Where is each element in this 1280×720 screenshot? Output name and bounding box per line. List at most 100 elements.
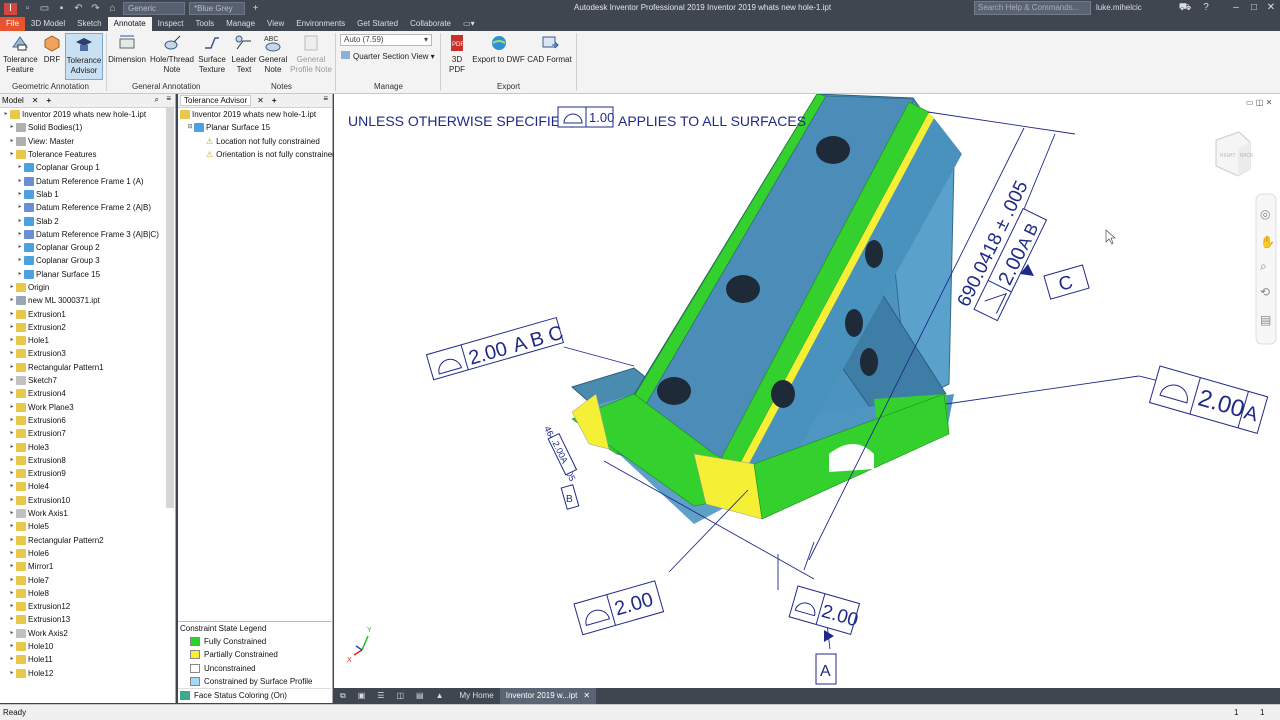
close-tab-icon[interactable]: ✕ [32,96,39,105]
expand-icon[interactable]: ▸ [8,560,16,573]
redo-icon[interactable]: ↷ [89,3,102,15]
ribbon-toggle-icon[interactable]: ▭▾ [457,17,481,31]
hole-thread-note-button[interactable]: Hole/Thread Note [149,33,195,75]
tree-node[interactable]: ▸ Planar Surface 15 [0,268,175,281]
tree-node[interactable]: ▸ Extrusion1 [0,307,175,320]
search-icon[interactable]: ⌕ [155,95,159,105]
expand-icon[interactable]: ▸ [8,600,16,613]
datum-a-tag[interactable]: A [815,653,837,685]
menu-icon[interactable]: ≡ [323,94,328,103]
tree-node[interactable]: ▸ Rectangular Pattern2 [0,534,175,547]
appearance-select[interactable]: *Blue Grey [189,2,245,15]
expand-icon[interactable]: ▸ [8,374,16,387]
graphics-window[interactable]: UNLESS OTHERWISE SPECIFIED, 1.00 APPLIES… [334,94,1280,688]
tree-node[interactable]: ▸ Extrusion2 [0,321,175,334]
tree-node[interactable]: ▸ Hole3 [0,440,175,453]
fcf-profile-abc[interactable]: 2.00 A B C [425,316,566,381]
tab-my-home[interactable]: My Home [454,688,500,704]
tree-node[interactable]: ▸ Solid Bodies(1) [0,121,175,134]
help-icon[interactable]: ? [1199,2,1213,14]
expand-icon[interactable]: ▸ [8,401,16,414]
tree-node[interactable]: ▸ View: Master [0,135,175,148]
app-menu-icon[interactable]: I [4,2,17,15]
cascade-icon[interactable]: ▣ [352,688,372,704]
close-tab-icon[interactable]: ✕ [257,96,264,105]
expand-icon[interactable]: ▸ [8,520,16,533]
expand-icon[interactable]: ▸ [8,574,16,587]
minimize-icon[interactable]: – [1229,2,1243,14]
expand-icon[interactable]: ▸ [16,254,24,267]
expand-icon[interactable]: ▸ [8,653,16,666]
tab-inspect[interactable]: Inspect [152,17,190,31]
tab-file[interactable]: File [0,17,25,31]
tree-node[interactable]: ▸ Hole8 [0,587,175,600]
general-note-button[interactable]: ABC General Note [258,33,288,75]
expand-icon[interactable]: ▸ [8,414,16,427]
fcf-profile-a[interactable]: 2.00 A [1148,365,1269,435]
tree-node[interactable]: ▸ new ML 3000371.ipt [0,294,175,307]
tab-document[interactable]: Inventor 2019 w...ipt ✕ [499,688,597,704]
model-tab[interactable]: Model [2,96,24,105]
tab-manage[interactable]: Manage [220,17,261,31]
expand-icon[interactable]: ▸ [16,228,24,241]
fcf-profile-bottom[interactable]: 2.00 [573,580,665,636]
navigation-bar[interactable]: ◎ ✋ ⌕ ⟲ ▤ [1255,193,1277,345]
tree-node[interactable]: ▸ Inventor 2019 whats new hole-1.ipt [0,108,175,121]
tree-node[interactable]: ▸ Extrusion10 [0,494,175,507]
home-icon[interactable]: ⌂ [106,3,119,15]
viewcube[interactable]: RIGHT BACK [1215,131,1254,177]
open-icon[interactable]: ▭ [38,3,51,15]
tree-node[interactable]: ▸ Extrusion7 [0,427,175,440]
advisor-warning[interactable]: ⚠ Location not fully constrained [178,135,332,148]
advisor-tab[interactable]: Tolerance Advisor [180,95,252,106]
expand-icon[interactable]: ▸ [8,135,16,148]
general-tolerance-note[interactable]: UNLESS OTHERWISE SPECIFIED, [348,113,574,129]
tree-node[interactable]: ▸ Mirror1 [0,560,175,573]
tolerance-feature-button[interactable]: Tolerance Feature [3,33,38,75]
tab-sketch[interactable]: Sketch [71,17,107,31]
tree-node[interactable]: ▸ Extrusion12 [0,600,175,613]
tree-node[interactable]: ▸ Tolerance Features [0,148,175,161]
expand-icon[interactable]: ▸ [8,547,16,560]
tree-node[interactable]: ▸ Hole6 [0,547,175,560]
general-profile-note-button[interactable]: General Profile Note [289,33,333,75]
expand-icon[interactable]: ▸ [8,640,16,653]
up-icon[interactable]: ▲ [430,688,450,704]
add-tab-icon[interactable]: + [47,96,52,105]
undo-icon[interactable]: ↶ [72,3,85,15]
tree-node[interactable]: ▸ Datum Reference Frame 2 (A|B) [0,201,175,214]
cad-format-button[interactable]: CAD Format [526,33,573,65]
horizontal-icon[interactable]: ☰ [371,688,390,704]
expand-icon[interactable]: ▸ [8,334,16,347]
expand-icon[interactable]: ▸ [8,347,16,360]
expand-icon[interactable]: ▸ [16,241,24,254]
expand-icon[interactable]: ▸ [8,667,16,680]
expand-icon[interactable]: ▸ [16,175,24,188]
add-tab-icon[interactable]: + [272,96,277,105]
advisor-surface-node[interactable]: ⊟ Planar Surface 15 [178,121,332,134]
pan-icon[interactable]: ✋ [1260,235,1275,249]
save-icon[interactable]: ▪ [55,3,68,15]
tree-node[interactable]: ▸ Slab 1 [0,188,175,201]
expand-icon[interactable]: ▸ [2,108,10,121]
expand-icon[interactable]: ▸ [8,148,16,161]
vertical-icon[interactable]: ◫ [390,688,410,704]
surface-texture-button[interactable]: Surface Texture [196,33,228,75]
tolerance-advisor-button[interactable]: Tolerance Advisor [65,33,103,80]
close-icon[interactable]: ✕ [1264,2,1278,14]
advisor-file-node[interactable]: Inventor 2019 whats new hole-1.ipt [178,108,332,121]
expand-icon[interactable]: ▸ [8,294,16,307]
tree-node[interactable]: ▸ Extrusion9 [0,467,175,480]
expand-icon[interactable]: ▸ [8,494,16,507]
drf-button[interactable]: DRF [41,33,63,65]
tree-node[interactable]: ▸ Work Axis2 [0,627,175,640]
cart-icon[interactable]: ⛟ [1178,2,1192,14]
tree-node[interactable]: ▸ Hole7 [0,573,175,586]
expand-icon[interactable]: ▸ [8,467,16,480]
expand-icon[interactable]: ▸ [8,480,16,493]
tab-environments[interactable]: Environments [290,17,351,31]
export-dwf-button[interactable]: Export to DWF [472,33,525,65]
expand-icon[interactable]: ▸ [8,427,16,440]
expand-icon[interactable]: ▸ [8,613,16,626]
expand-icon[interactable]: ▸ [8,627,16,640]
